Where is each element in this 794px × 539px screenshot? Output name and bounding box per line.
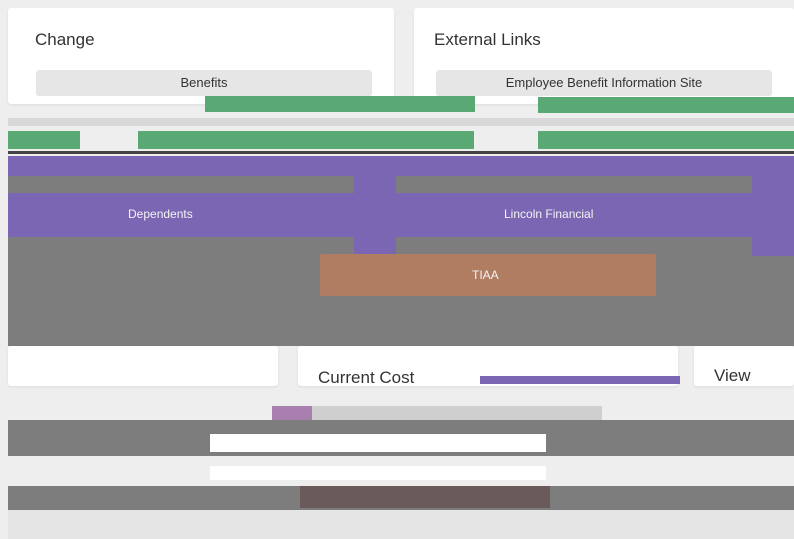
left-bottom-card (8, 346, 278, 386)
employee-benefit-site-button[interactable]: Employee Benefit Information Site (436, 70, 772, 96)
view-card: View (694, 346, 794, 386)
green-strip-left (205, 96, 475, 112)
gray-background-band (8, 156, 794, 346)
lower-color-strip-1 (480, 376, 680, 384)
purple-connector (354, 176, 396, 256)
lower-color-strip-2 (272, 406, 312, 420)
bottom-bg-strip (8, 510, 794, 539)
green-block-left (8, 131, 80, 149)
view-title: View (714, 366, 751, 385)
change-card: Change Benefits (8, 8, 394, 104)
benefits-button[interactable]: Benefits (36, 70, 372, 96)
lower-gray-line (312, 406, 602, 420)
dependents-button[interactable]: Dependents (8, 193, 354, 237)
dependents-label: Dependents (128, 207, 193, 221)
tiaa-label: TIAA (472, 268, 499, 282)
gray-strip-left (8, 118, 794, 126)
green-strip-right (538, 97, 794, 113)
change-card-title: Change (35, 30, 95, 49)
lower-brown-bar (300, 486, 550, 508)
purple-right-block (752, 176, 794, 256)
lincoln-financial-button[interactable]: Lincoln Financial (396, 193, 752, 237)
lincoln-financial-label: Lincoln Financial (504, 207, 594, 221)
purple-band-top (8, 156, 794, 176)
lower-white-bar-2 (210, 466, 546, 480)
tiaa-button[interactable]: TIAA (320, 254, 656, 296)
external-links-card-title: External Links (434, 30, 541, 49)
green-block-right (538, 131, 794, 149)
external-links-card: External Links Employee Benefit Informat… (414, 8, 794, 104)
dark-line (8, 151, 794, 154)
current-cost-title: Current Cost (318, 368, 415, 387)
lower-white-bar (210, 434, 546, 452)
green-block-middle (138, 131, 474, 149)
